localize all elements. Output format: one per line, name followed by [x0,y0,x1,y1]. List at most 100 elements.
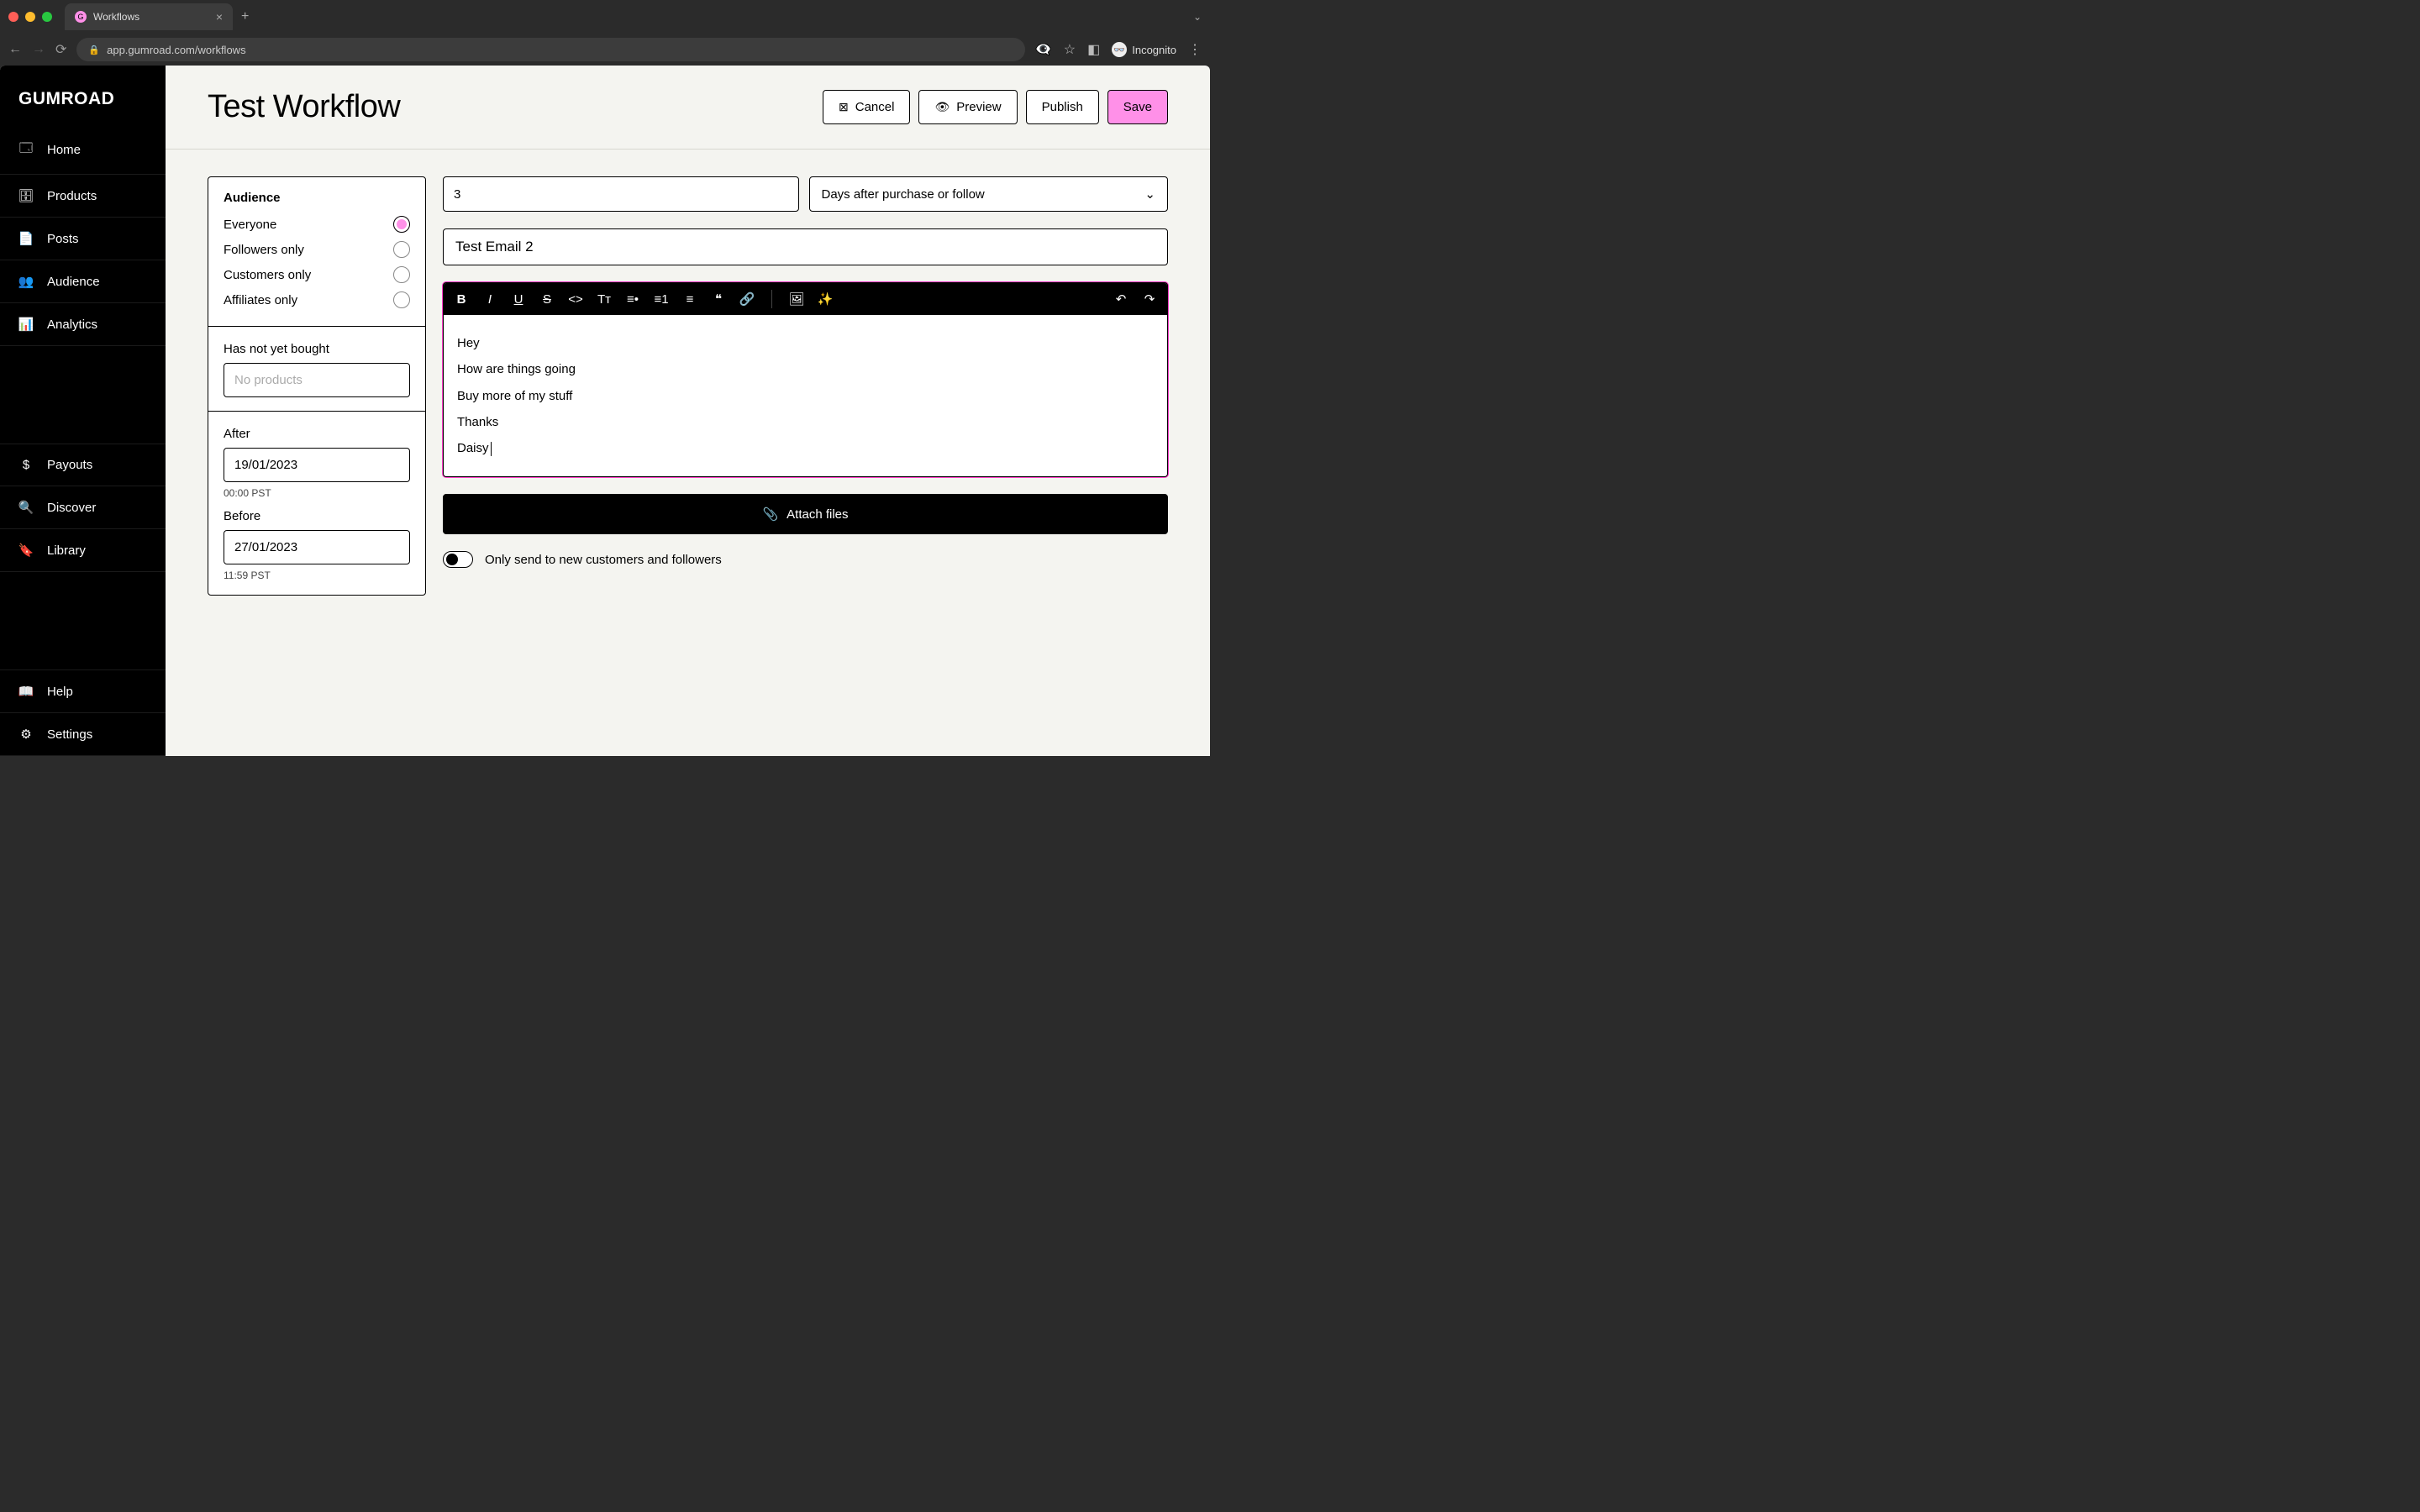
tabs-dropdown-icon[interactable]: ⌄ [1193,11,1202,23]
audience-section: Audience Everyone Followers only Custome… [208,177,425,327]
attach-files-button[interactable]: 📎 Attach files [443,494,1168,534]
address-bar[interactable]: 🔒 app.gumroad.com/workflows [76,38,1024,61]
tab-title: Workflows [93,11,139,23]
not-bought-label: Has not yet bought [224,342,410,356]
audience-option-everyone[interactable]: Everyone [224,212,410,237]
not-bought-input[interactable] [224,363,410,397]
bookmark-icon: 🔖 [18,543,34,558]
sidebar-spacer [0,346,166,444]
sidebar-item-label: Analytics [47,318,97,332]
redo-icon[interactable]: ↷ [1142,291,1157,307]
eye-off-icon[interactable]: 👁‍🗨 [1035,41,1052,58]
app-viewport: GUMROAD 🗔 Home 🗄 Products 📄 Posts 👥 Audi… [0,66,1210,756]
sidebar-item-label: Discover [47,501,96,515]
book-icon: 📖 [18,684,34,699]
radio-icon [393,291,410,308]
before-time-text: 11:59 PST [224,570,410,581]
cancel-button[interactable]: ⊠ Cancel [823,90,910,124]
radio-label: Everyone [224,218,276,232]
content-row: Audience Everyone Followers only Custome… [166,150,1210,622]
sidebar-item-analytics[interactable]: 📊 Analytics [0,303,166,346]
email-editor-column: Days after purchase or follow ⌄ B I U S … [443,176,1168,596]
toggle-label: Only send to new customers and followers [485,553,722,567]
radio-label: Followers only [224,243,304,257]
sidebar-item-posts[interactable]: 📄 Posts [0,218,166,260]
minimize-window-button[interactable] [25,12,35,22]
maximize-window-button[interactable] [42,12,52,22]
strikethrough-icon[interactable]: S [539,292,555,307]
sidebar-item-home[interactable]: 🗔 Home [0,126,166,175]
forward-button[interactable]: → [32,42,45,57]
audience-heading: Audience [224,191,410,205]
home-icon: 🗔 [18,139,34,160]
back-button[interactable]: ← [8,42,22,57]
toggle-knob [446,554,458,565]
close-tab-icon[interactable]: × [216,10,223,24]
after-date-input[interactable] [224,448,410,482]
numbered-list-icon[interactable]: ≡1 [654,292,669,307]
rich-text-editor: B I U S <> Tᴛ ≡• ≡1 ≡ ❝ 🔗 🖼 ✨ [443,282,1168,477]
new-tab-button[interactable]: + [241,9,249,24]
align-icon[interactable]: ≡ [682,292,697,307]
kebab-menu-icon[interactable]: ⋮ [1188,41,1202,58]
save-button[interactable]: Save [1107,90,1168,124]
sidebar-item-label: Payouts [47,458,92,472]
sidebar: GUMROAD 🗔 Home 🗄 Products 📄 Posts 👥 Audi… [0,66,166,756]
editor-body[interactable]: HeyHow are things goingBuy more of my st… [444,315,1167,476]
radio-label: Affiliates only [224,293,297,307]
logo-text: GUMROAD [18,89,147,109]
before-label: Before [224,509,410,523]
trigger-select[interactable]: Days after purchase or follow ⌄ [809,176,1169,212]
bar-chart-icon: 📊 [18,317,34,332]
audience-option-customers[interactable]: Customers only [224,262,410,287]
before-date-input[interactable] [224,530,410,564]
italic-icon[interactable]: I [482,292,497,307]
toggle-switch[interactable] [443,551,473,568]
after-label: After [224,427,410,441]
subject-input[interactable] [443,228,1168,265]
brand-logo[interactable]: GUMROAD [0,66,166,126]
search-icon: 🔍 [18,500,34,515]
text-size-icon[interactable]: Tᴛ [597,292,612,307]
sidebar-item-settings[interactable]: ⚙ Settings [0,713,166,756]
gumroad-favicon: G [75,11,87,23]
lock-icon: 🔒 [88,45,100,55]
underline-icon[interactable]: U [511,292,526,307]
incognito-label: Incognito [1132,44,1176,56]
incognito-indicator[interactable]: 👓 Incognito [1112,42,1176,57]
sidebar-item-payouts[interactable]: $ Payouts [0,444,166,486]
sidebar-item-library[interactable]: 🔖 Library [0,529,166,572]
browser-tab-active[interactable]: G Workflows × [65,3,233,30]
sidebar-item-products[interactable]: 🗄 Products [0,175,166,218]
browser-tab-strip: G Workflows × + ⌄ [0,0,1210,34]
sidebar-spacer-2 [0,572,166,670]
sidebar-item-audience[interactable]: 👥 Audience [0,260,166,303]
sidebar-item-help[interactable]: 📖 Help [0,670,166,713]
chevron-down-icon: ⌄ [1144,186,1155,202]
header-actions: ⊠ Cancel 👁 Preview Publish Save [823,90,1168,124]
delay-input[interactable] [443,176,799,212]
preview-button[interactable]: 👁 Preview [918,90,1017,124]
audience-option-affiliates[interactable]: Affiliates only [224,287,410,312]
delay-trigger-row: Days after purchase or follow ⌄ [443,176,1168,212]
link-icon[interactable]: 🔗 [739,291,755,307]
bullet-list-icon[interactable]: ≡• [625,292,640,307]
panel-icon[interactable]: ◧ [1087,41,1100,58]
close-window-button[interactable] [8,12,18,22]
image-icon[interactable]: 🖼 [789,291,804,307]
attach-label: Attach files [786,507,848,522]
star-icon[interactable]: ☆ [1064,41,1076,58]
quote-icon[interactable]: ❝ [711,291,726,307]
reload-button[interactable]: ⟳ [55,41,66,58]
window-controls [8,12,52,22]
code-icon[interactable]: <> [568,292,583,307]
bold-icon[interactable]: B [454,292,469,307]
audience-option-followers[interactable]: Followers only [224,237,410,262]
sidebar-item-discover[interactable]: 🔍 Discover [0,486,166,529]
people-icon: 👥 [18,274,34,289]
publish-button[interactable]: Publish [1026,90,1099,124]
dollar-icon: $ [18,458,34,472]
magic-icon[interactable]: ✨ [818,291,833,307]
sidebar-item-label: Library [47,543,86,558]
undo-icon[interactable]: ↶ [1113,291,1128,307]
